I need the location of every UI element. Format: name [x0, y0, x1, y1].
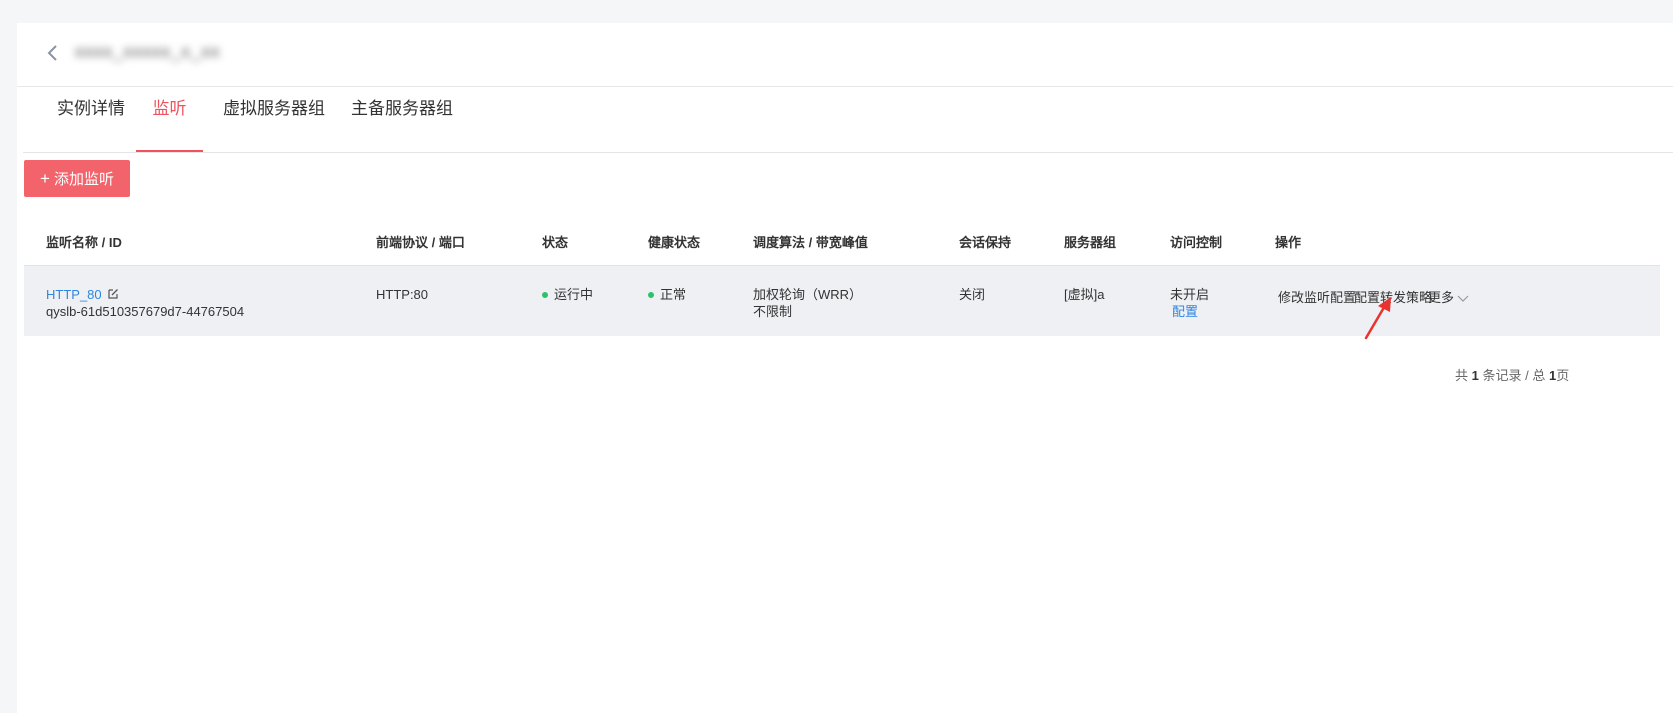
pagination-mid: 条记录 / 总: [1482, 368, 1546, 383]
access-control-config-link[interactable]: 配置: [1170, 303, 1209, 320]
health-dot-icon: [648, 291, 654, 298]
col-header-protocol-port: 前端协议 / 端口: [376, 235, 465, 250]
plus-icon: +: [40, 169, 50, 188]
tab-bar: 实例详情 监听 虚拟服务器组 主备服务器组: [23, 64, 1673, 153]
col-header-algorithm-bandwidth: 调度算法 / 带宽峰值: [753, 235, 868, 250]
listener-id: qyslb-61d510357679d7-44767504: [46, 304, 245, 319]
tab-listeners[interactable]: 监听: [136, 64, 203, 152]
tab-instance-details[interactable]: 实例详情: [56, 64, 126, 151]
add-listener-button[interactable]: + 添加监听: [24, 160, 130, 197]
tab-primary-backup-server-groups[interactable]: 主备服务器组: [349, 64, 455, 151]
tab-virtual-server-groups[interactable]: 虚拟服务器组: [221, 64, 327, 151]
access-control-status: 未开启: [1170, 287, 1210, 302]
server-group: [虚拟]a: [1064, 287, 1105, 302]
algorithm-text: 加权轮询（WRR）: [753, 287, 863, 302]
back-arrow-icon[interactable]: [45, 43, 61, 63]
status-text: 运行中: [554, 287, 594, 302]
access-control-cell: 未开启 配置: [1170, 286, 1209, 320]
pagination-summary: 共 1 条记录 / 总 1页: [1455, 365, 1569, 384]
bandwidth-text: 不限制: [753, 304, 793, 319]
col-header-access-control: 访问控制: [1170, 235, 1223, 250]
listener-name-link[interactable]: HTTP_80: [46, 287, 102, 302]
col-header-server-group: 服务器组: [1064, 235, 1117, 250]
chevron-down-icon: [1457, 295, 1469, 302]
col-header-actions: 操作: [1275, 235, 1302, 250]
add-listener-label: 添加监听: [53, 171, 114, 188]
modify-listener-button[interactable]: 修改监听配置: [1278, 287, 1356, 306]
col-header-status: 状态: [542, 235, 569, 250]
listener-name-cell: HTTP_80 qyslb-61d510357679d7-44767504: [46, 286, 244, 320]
more-actions-label: 更多: [1428, 290, 1455, 305]
status-dot-icon: [542, 291, 548, 298]
health-cell: 正常: [648, 286, 686, 303]
col-header-health: 健康状态: [648, 235, 701, 250]
protocol-port: HTTP:80: [376, 287, 429, 302]
pagination-prefix: 共: [1455, 368, 1469, 383]
annotation-arrow-icon: [1364, 297, 1391, 340]
health-text: 正常: [660, 287, 687, 302]
pagination-suffix: 页: [1556, 368, 1570, 383]
status-cell: 运行中: [542, 286, 593, 303]
session-persistence: 关闭: [959, 287, 986, 302]
page-title: xxxx_xxxxx_x_xx: [75, 42, 221, 61]
col-header-session: 会话保持: [959, 235, 1012, 250]
more-actions-dropdown[interactable]: 更多: [1428, 287, 1469, 306]
edit-icon[interactable]: [107, 288, 119, 300]
col-header-name-id: 监听名称 / ID: [46, 235, 122, 250]
algorithm-cell: 加权轮询（WRR） 不限制: [753, 286, 862, 320]
total-records: 1: [1471, 368, 1479, 383]
